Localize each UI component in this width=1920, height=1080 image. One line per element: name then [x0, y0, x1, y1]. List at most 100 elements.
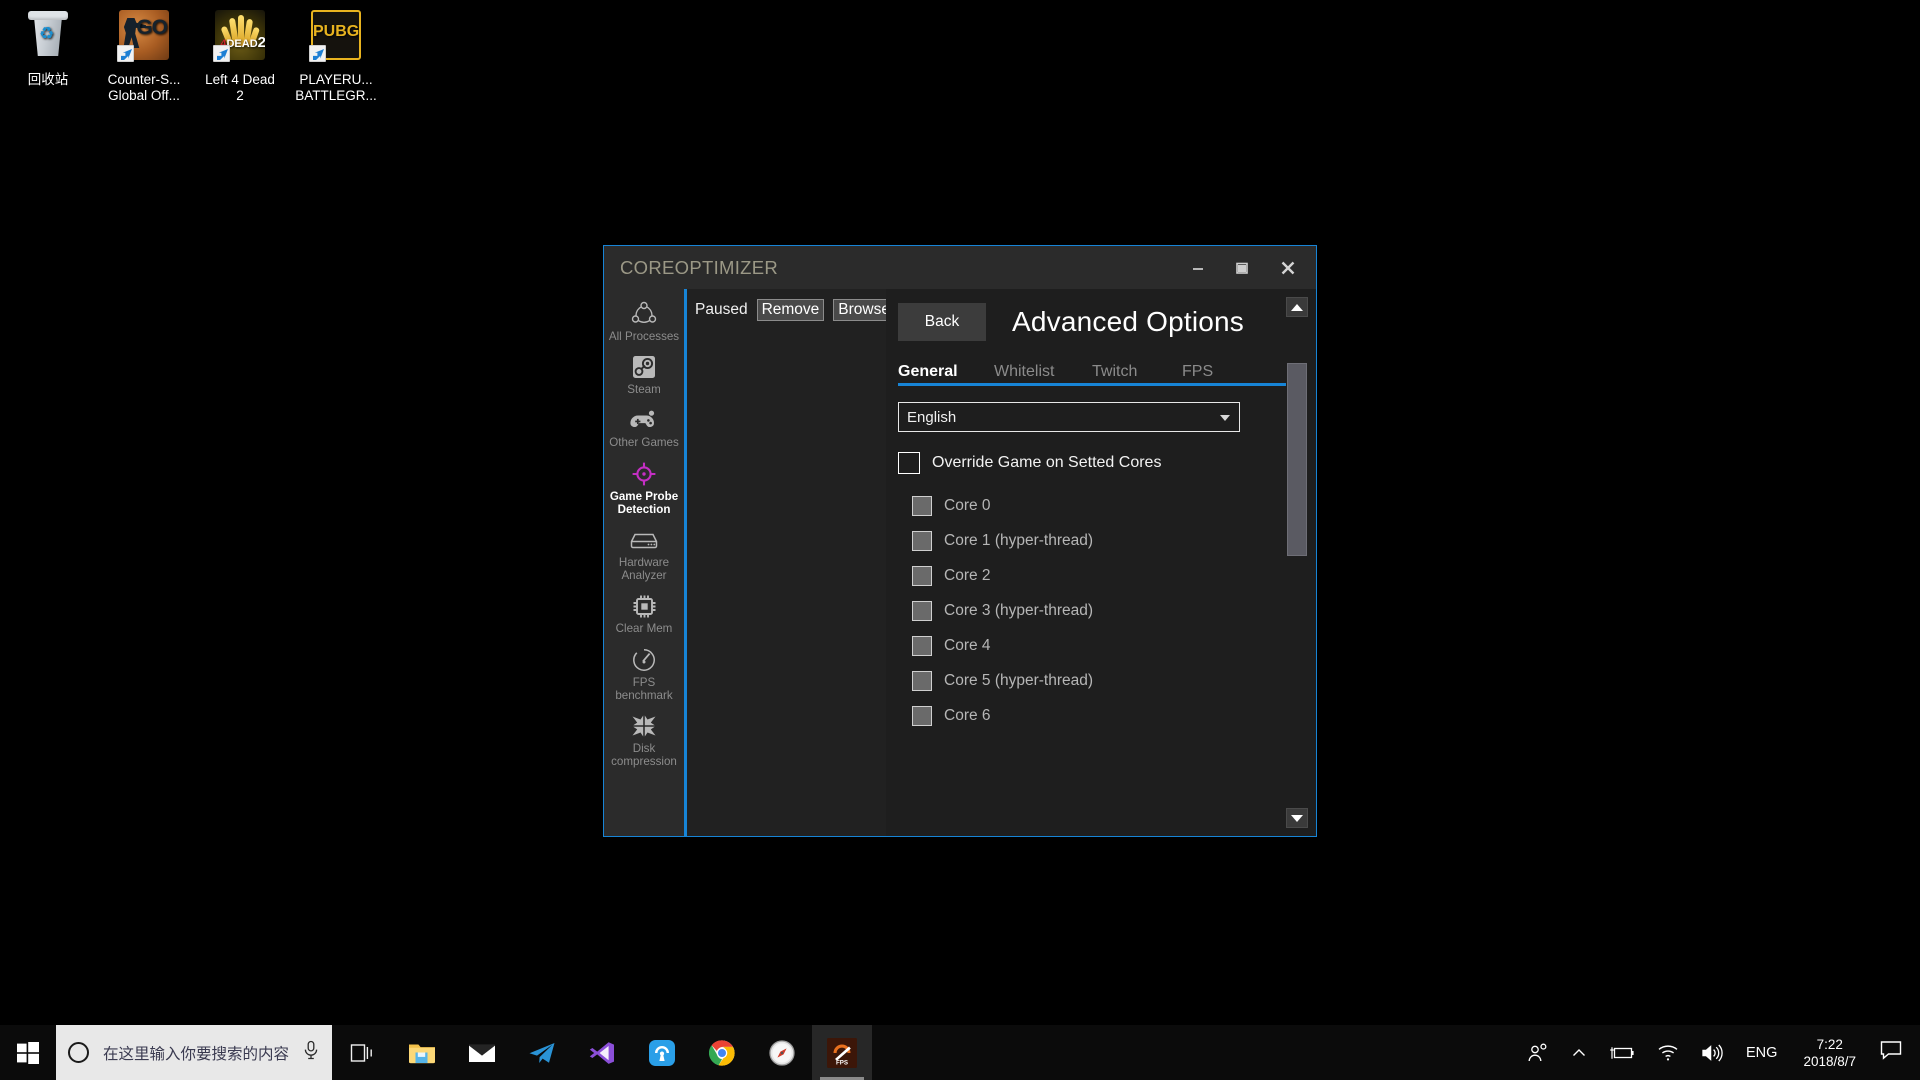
maximize-button[interactable] [1220, 246, 1264, 289]
hard-drive-icon [606, 525, 682, 555]
tab-fps[interactable]: FPS [1182, 363, 1242, 381]
scroll-up-button[interactable] [1286, 297, 1308, 317]
cpu-chip-icon [606, 591, 682, 621]
scrollbar-thumb[interactable] [1287, 363, 1307, 556]
back-button[interactable]: Back [898, 303, 986, 341]
left-4-dead-2-icon: 4DEAD2 [211, 8, 269, 66]
taskbar-fps-optimizer[interactable]: FPS [812, 1025, 872, 1080]
checkbox-box[interactable] [898, 452, 920, 474]
core-checkbox-row[interactable]: Core 6 [912, 706, 1316, 726]
pubg-tile-text: PUBG [313, 24, 359, 40]
core-checkbox-row[interactable]: Core 0 [912, 496, 1316, 516]
sidebar-item-label: Other Games [606, 436, 682, 449]
people-icon[interactable] [1516, 1025, 1560, 1080]
sidebar-item-fps-benchmark[interactable]: FPS benchmark [604, 641, 684, 707]
scroll-down-button[interactable] [1286, 808, 1308, 828]
cortana-circle-icon [68, 1042, 89, 1063]
remove-button[interactable]: Remove [757, 299, 825, 321]
core-label: Core 1 (hyper-thread) [944, 532, 1093, 550]
taskbar-task-view[interactable] [332, 1025, 392, 1080]
sidebar-item-label: Hardware Analyzer [606, 556, 682, 582]
sidebar-item-game-probe-detection[interactable]: Game Probe Detection [604, 455, 684, 521]
sidebar-item-label: All Processes [606, 330, 682, 343]
desktop-icon-label: 回收站 [0, 72, 96, 88]
status-label: Paused [695, 301, 748, 319]
taskbar-teamviewer[interactable] [632, 1025, 692, 1080]
desktop-icon-label: Counter-S... Global Off... [96, 72, 192, 104]
l4d-badge-two: 2 [258, 34, 265, 51]
coreoptimizer-window[interactable]: COREOPTIMIZER [603, 245, 1317, 837]
tab-general[interactable]: General [898, 363, 994, 381]
sidebar-item-other-games[interactable]: Other Games [604, 401, 684, 454]
core-checkbox-row[interactable]: Core 1 (hyper-thread) [912, 531, 1316, 551]
tab-twitch[interactable]: Twitch [1092, 363, 1182, 381]
taskbar-mail[interactable] [452, 1025, 512, 1080]
options-header: Back Advanced Options [886, 289, 1316, 341]
desktop-icon-recycle-bin[interactable]: ♻ 回收站 [0, 8, 96, 88]
page-title: Advanced Options [1012, 306, 1244, 338]
taskbar-telegram[interactable] [512, 1025, 572, 1080]
show-hidden-icons-chevron[interactable] [1560, 1025, 1598, 1080]
windows-logo-icon [17, 1042, 39, 1064]
language-select[interactable]: English [898, 402, 1240, 432]
checkbox-box[interactable] [912, 531, 932, 551]
desktop-icon-pubg[interactable]: PUBG PLAYERU... BATTLEGR... [288, 8, 384, 104]
action-center-button[interactable] [1870, 1040, 1916, 1065]
taskbar-compass-app[interactable] [752, 1025, 812, 1080]
recycle-bin-icon: ♻ [19, 8, 77, 66]
start-button[interactable] [0, 1025, 56, 1080]
core-label: Core 4 [944, 637, 991, 655]
sidebar-item-steam[interactable]: Steam [604, 348, 684, 401]
process-toolbar: Paused Remove Browse [687, 299, 886, 321]
core-checkbox-row[interactable]: Core 5 (hyper-thread) [912, 671, 1316, 691]
checkbox-box[interactable] [912, 566, 932, 586]
checkbox-box[interactable] [912, 636, 932, 656]
search-input[interactable]: 在这里输入你要搜索的内容 [56, 1025, 332, 1080]
window-title-bar[interactable]: COREOPTIMIZER [604, 246, 1316, 289]
search-placeholder: 在这里输入你要搜索的内容 [103, 1042, 302, 1064]
wifi-icon[interactable] [1646, 1025, 1690, 1080]
taskbar: 在这里输入你要搜索的内容 [0, 1025, 1920, 1080]
options-scrollbar[interactable] [1286, 297, 1308, 828]
chevron-down-icon [1220, 415, 1230, 421]
battery-charging-icon[interactable] [1598, 1025, 1646, 1080]
process-panel[interactable]: Paused Remove Browse [684, 289, 886, 836]
taskbar-google-chrome[interactable] [692, 1025, 752, 1080]
input-language-indicator[interactable]: ENG [1734, 1025, 1789, 1080]
share-nodes-icon [606, 299, 682, 329]
checkbox-box[interactable] [912, 601, 932, 621]
taskbar-visual-studio-code[interactable] [572, 1025, 632, 1080]
compress-icon [606, 711, 682, 741]
override-cores-checkbox[interactable]: Override Game on Setted Cores [898, 452, 1316, 474]
core-checkbox-row[interactable]: Core 2 [912, 566, 1316, 586]
checkbox-box[interactable] [912, 671, 932, 691]
desktop-icon-left-4-dead-2[interactable]: 4DEAD2 Left 4 Dead 2 [192, 8, 288, 104]
checkbox-box[interactable] [912, 706, 932, 726]
tab-whitelist[interactable]: Whitelist [994, 363, 1092, 381]
sidebar-item-hardware-analyzer[interactable]: Hardware Analyzer [604, 521, 684, 587]
clock[interactable]: 7:22 2018/8/7 [1789, 1036, 1870, 1070]
counter-strike-icon: GO [115, 8, 173, 66]
language-select-value: English [907, 409, 956, 426]
core-checkbox-row[interactable]: Core 3 (hyper-thread) [912, 601, 1316, 621]
minimize-button[interactable] [1176, 246, 1220, 289]
checkbox-box[interactable] [912, 496, 932, 516]
desktop-icon-counter-strike[interactable]: GO Counter-S... Global Off... [96, 8, 192, 104]
tab-strip: General Whitelist Twitch FPS [898, 363, 1286, 386]
sidebar-item-all-processes[interactable]: All Processes [604, 295, 684, 348]
core-checkbox-row[interactable]: Core 4 [912, 636, 1316, 656]
close-button[interactable] [1266, 246, 1310, 289]
taskbar-file-explorer[interactable] [392, 1025, 452, 1080]
gamepad-icon [606, 405, 682, 435]
microphone-icon[interactable] [302, 1040, 322, 1065]
sidebar-item-label: Clear Mem [606, 622, 682, 635]
system-tray: ENG 7:22 2018/8/7 [1516, 1025, 1920, 1080]
core-label: Core 2 [944, 567, 991, 585]
core-list[interactable]: Core 0 Core 1 (hyper-thread) Core 2 [898, 480, 1316, 730]
core-label: Core 6 [944, 707, 991, 725]
speaker-icon[interactable] [1690, 1025, 1734, 1080]
sidebar-item-disk-compression[interactable]: Disk compression [604, 707, 684, 773]
sidebar-item-clear-mem[interactable]: Clear Mem [604, 587, 684, 640]
crosshair-icon [606, 459, 682, 489]
window-title: COREOPTIMIZER [620, 257, 778, 279]
